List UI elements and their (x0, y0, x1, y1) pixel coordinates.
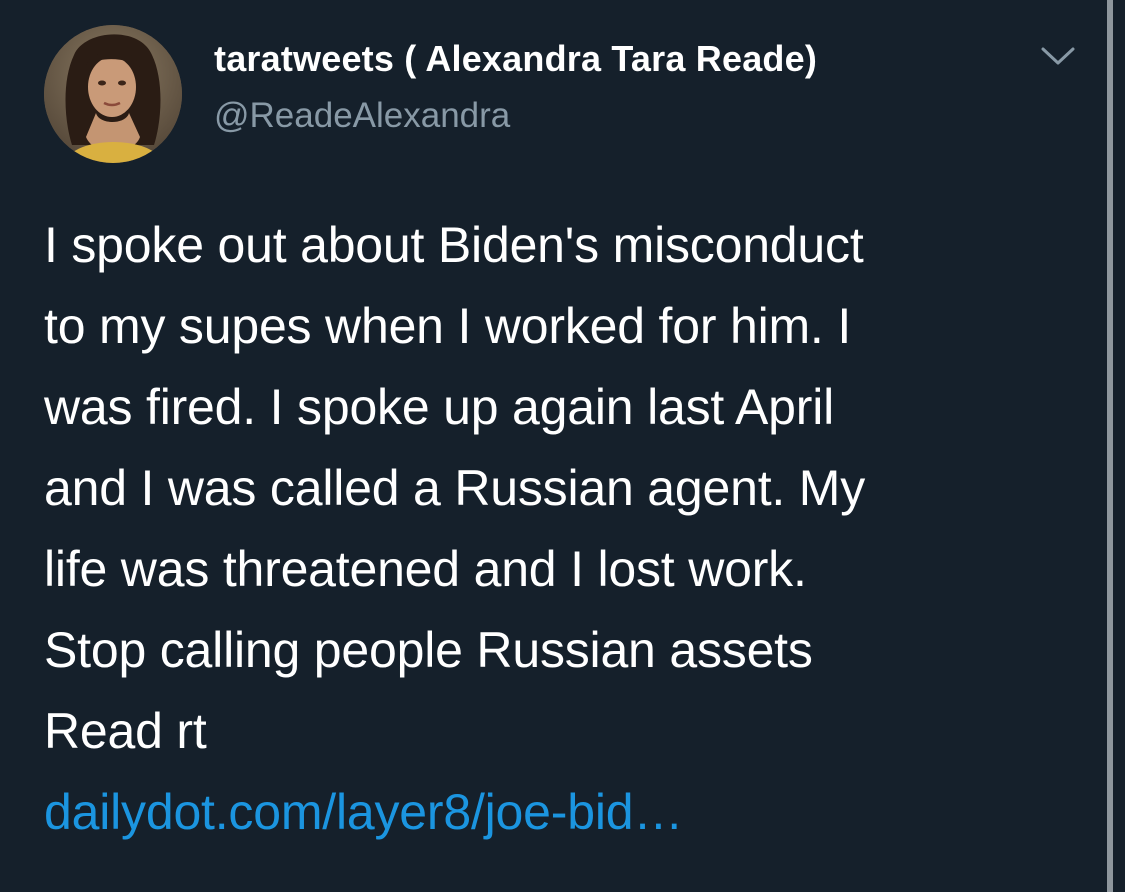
tweet-card: taratweets ( Alexandra Tara Reade) @Read… (0, 0, 1125, 892)
tweet-text-line: to my supes when I worked for him. I (44, 298, 852, 354)
tweet-text-line: was fired. I spoke up again last April (44, 379, 835, 435)
user-handle[interactable]: @ReadeAlexandra (214, 96, 510, 136)
tweet-text-line: life was threatened and I lost work. (44, 541, 807, 597)
tweet-text-line: and I was called a Russian agent. My (44, 460, 866, 516)
tweet-text: I spoke out about Biden's misconduct to … (44, 205, 1104, 853)
tweet-text-line: I spoke out about Biden's misconduct (44, 217, 864, 273)
avatar-image (44, 25, 182, 163)
tweet-text-line: Stop calling people Russian assets (44, 622, 813, 678)
chevron-down-icon[interactable] (1040, 44, 1076, 68)
tweet-text-line: Read rt (44, 703, 207, 759)
display-name[interactable]: taratweets ( Alexandra Tara Reade) (214, 38, 817, 80)
scrollbar[interactable] (1107, 0, 1113, 892)
tweet-link[interactable]: dailydot.com/layer8/joe-bid… (44, 772, 1104, 853)
avatar[interactable] (44, 25, 182, 163)
